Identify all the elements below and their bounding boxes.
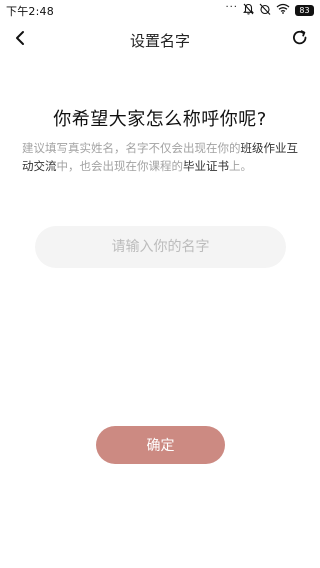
name-input[interactable]: [35, 226, 286, 268]
mute-icon: [243, 3, 254, 18]
prompt-description: 建议填写真实姓名，名字不仅会出现在你的班级作业互动交流中，也会出现在你课程的毕业…: [22, 139, 298, 175]
name-input-container: [35, 226, 286, 268]
status-time: 下午2:48: [6, 5, 54, 18]
nav-bar: 设置名字: [0, 24, 320, 58]
chevron-left-icon: [13, 30, 27, 50]
desc-highlight-certificate: 毕业证书: [183, 159, 229, 173]
page-title: 设置名字: [129, 32, 190, 50]
desc-text: 上。: [229, 159, 252, 173]
refresh-button[interactable]: [288, 28, 312, 52]
refresh-icon: [291, 29, 309, 51]
desc-text: 中，也会出现在你课程的: [56, 159, 184, 173]
battery-icon: 83: [295, 4, 314, 16]
wifi-icon: [276, 3, 290, 17]
more-dots-icon: ···: [225, 2, 238, 13]
prompt-title: 你希望大家怎么称呼你呢?: [53, 109, 267, 130]
status-bar: 下午2:48 ··· 83: [0, 0, 320, 20]
back-button[interactable]: [8, 28, 32, 52]
confirm-button[interactable]: 确定: [96, 426, 225, 464]
alarm-off-icon: [259, 3, 271, 18]
desc-text: 建议填写真实姓名，名字不仅会出现在你的: [22, 141, 241, 155]
set-name-screen: 下午2:48 ··· 83 设置名字 你希望大家怎么称呼你呢? 建议填写真实姓名…: [0, 0, 320, 568]
status-icons: ··· 83: [225, 2, 314, 18]
